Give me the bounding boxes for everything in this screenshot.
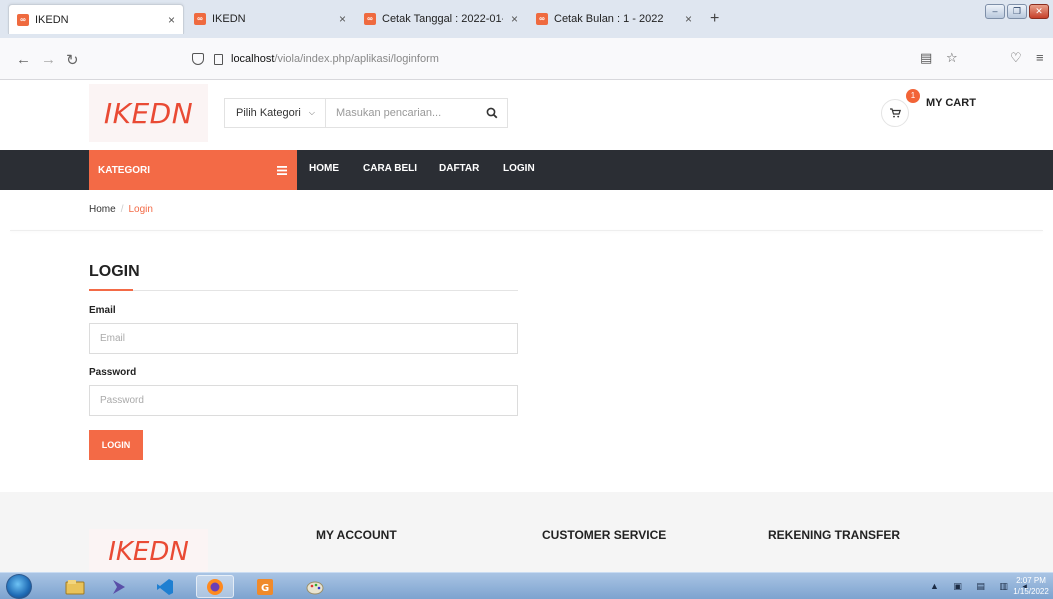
category-menu-label: KATEGORI	[98, 164, 151, 176]
maximize-icon[interactable]: ❐	[1007, 4, 1027, 19]
cart-button[interactable]	[881, 99, 909, 127]
shield-icon	[192, 53, 204, 65]
site-favicon-icon: ∞	[17, 13, 29, 26]
breadcrumb-current: Login	[128, 204, 153, 215]
browser-tab-bar: ∞ IKEDN × ∞ IKEDN × ∞ Cetak Tanggal : 20…	[0, 0, 1053, 38]
tab-title: Cetak Bulan : 1 - 2022	[554, 13, 664, 25]
reader-view-icon[interactable]: ▤	[920, 50, 932, 66]
category-select[interactable]: Pilih Kategori ⌵	[225, 99, 326, 127]
start-button[interactable]	[6, 574, 32, 599]
browser-tab-2[interactable]: ∞ IKEDN ×	[186, 4, 354, 34]
os-taskbar: G ▲ ▣ ▤ ▥ ◂ 2:07 PM 1/15/2022	[0, 572, 1053, 599]
bookmark-star-icon[interactable]: ☆	[946, 50, 958, 66]
category-menu-toggle[interactable]: KATEGORI	[89, 150, 297, 190]
menu-item-cara-beli[interactable]: CARA BELI	[363, 163, 417, 174]
title-underline	[89, 290, 518, 291]
browser-navigation-bar: ← → ↻ localhost/viola/index.php/aplikasi…	[0, 38, 1053, 80]
window-controls: – ❐ ✕	[985, 4, 1049, 19]
url-text: localhost/viola/index.php/aplikasi/login…	[231, 53, 439, 65]
breadcrumb: Home / Login	[89, 204, 153, 215]
cart-label[interactable]: MY CART	[926, 97, 976, 109]
close-tab-icon[interactable]: ×	[511, 12, 518, 26]
email-field[interactable]	[89, 323, 518, 354]
password-label: Password	[89, 367, 137, 378]
browser-tab-4[interactable]: ∞ Cetak Bulan : 1 - 2022 ×	[528, 4, 700, 34]
pdf-app-icon[interactable]: G	[246, 575, 284, 598]
chevron-down-icon: ⌵	[308, 108, 315, 117]
cart-count-badge: 1	[906, 89, 920, 103]
login-title: LOGIN	[89, 263, 140, 280]
menu-item-home[interactable]: HOME	[309, 163, 339, 174]
footer-heading-my-account: MY ACCOUNT	[316, 528, 397, 542]
address-bar[interactable]: localhost/viola/index.php/aplikasi/login…	[180, 45, 895, 73]
search-icon[interactable]	[478, 107, 507, 119]
system-clock[interactable]: 2:07 PM 1/15/2022	[1010, 575, 1052, 597]
divider	[10, 230, 1043, 231]
back-arrow-icon[interactable]: ←	[16, 51, 31, 68]
main-menu: KATEGORI HOME CARA BELI DAFTAR LOGIN	[0, 150, 1053, 190]
menu-item-login[interactable]: LOGIN	[503, 163, 535, 174]
title-accent-line	[89, 289, 133, 291]
footer-heading-customer-service: CUSTOMER SERVICE	[542, 528, 667, 542]
site-favicon-icon: ∞	[364, 13, 376, 25]
cart-icon	[889, 108, 901, 118]
login-button[interactable]: LOGIN	[89, 430, 143, 460]
tab-title: Cetak Tanggal : 2022-01-13	[382, 13, 503, 25]
close-tab-icon[interactable]: ×	[168, 13, 175, 27]
svg-text:G: G	[261, 583, 269, 594]
tab-title: IKEDN	[212, 13, 246, 25]
firefox-icon[interactable]	[196, 575, 234, 598]
site-favicon-icon: ∞	[536, 13, 548, 25]
reload-icon[interactable]: ↻	[66, 51, 79, 69]
menu-item-daftar[interactable]: DAFTAR	[439, 163, 479, 174]
vscode-icon[interactable]	[146, 575, 184, 598]
new-tab-button[interactable]: +	[710, 10, 719, 28]
breadcrumb-home[interactable]: Home	[89, 204, 116, 215]
app-icon[interactable]	[100, 575, 138, 598]
tab-title: IKEDN	[35, 13, 69, 26]
footer: IKEDN MY ACCOUNT CUSTOMER SERVICE REKENI…	[0, 492, 1053, 572]
forward-arrow-icon[interactable]: →	[41, 51, 56, 68]
search-bar: Pilih Kategori ⌵	[224, 98, 508, 128]
site-favicon-icon: ∞	[194, 13, 206, 25]
close-tab-icon[interactable]: ×	[339, 12, 346, 26]
site-logo[interactable]: IKEDN	[89, 84, 208, 142]
pocket-icon[interactable]: ♡	[1010, 50, 1022, 66]
file-explorer-icon[interactable]	[56, 575, 94, 598]
password-field[interactable]	[89, 385, 518, 416]
browser-tab-3[interactable]: ∞ Cetak Tanggal : 2022-01-13 ×	[356, 4, 526, 34]
minimize-icon[interactable]: –	[985, 4, 1005, 19]
close-tab-icon[interactable]: ×	[685, 12, 692, 26]
email-label: Email	[89, 305, 116, 316]
page-icon	[214, 53, 223, 65]
footer-logo[interactable]: IKEDN	[89, 529, 208, 572]
breadcrumb-separator: /	[120, 204, 124, 215]
list-icon	[277, 165, 287, 175]
paint-icon[interactable]	[296, 575, 334, 598]
menu-hamburger-icon[interactable]: ≡	[1036, 50, 1044, 65]
browser-tab-1[interactable]: ∞ IKEDN ×	[8, 4, 184, 34]
close-window-icon[interactable]: ✕	[1029, 4, 1049, 19]
site-header: IKEDN Pilih Kategori ⌵ 1 MY CART	[0, 80, 1053, 150]
search-input[interactable]	[325, 99, 478, 127]
footer-heading-rekening-transfer: REKENING TRANSFER	[768, 528, 901, 542]
